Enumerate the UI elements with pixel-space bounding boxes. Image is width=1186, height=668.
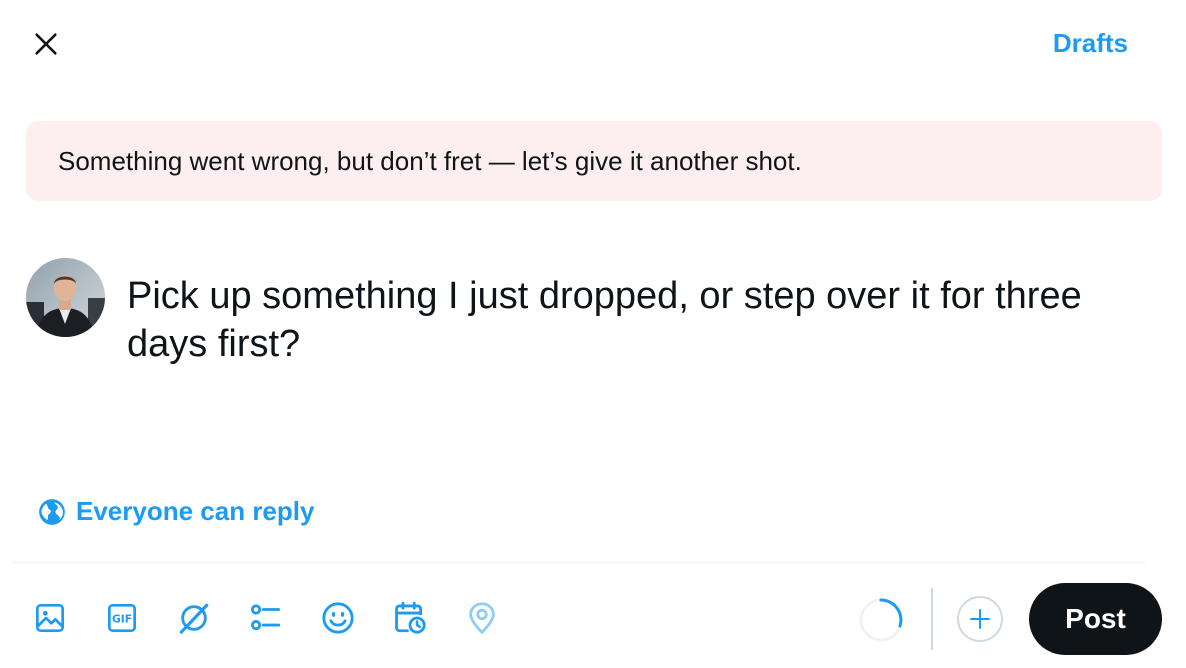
avatar-image bbox=[26, 258, 105, 337]
close-button[interactable] bbox=[26, 24, 66, 64]
emoji-icon bbox=[322, 602, 354, 634]
drafts-button[interactable]: Drafts bbox=[1053, 28, 1128, 59]
divider bbox=[12, 562, 1146, 563]
toolbar-separator bbox=[931, 588, 933, 650]
location-button[interactable] bbox=[462, 598, 502, 638]
globe-icon bbox=[39, 498, 65, 525]
gif-icon: GIF bbox=[108, 604, 136, 632]
composer-toolbar: GIF bbox=[30, 598, 534, 638]
emoji-button[interactable] bbox=[318, 598, 358, 638]
error-banner: Something went wrong, but don’t fret — l… bbox=[26, 121, 1162, 201]
compose-post-modal: Drafts Something went wrong, but don’t f… bbox=[0, 0, 1186, 668]
reply-setting-label: Everyone can reply bbox=[76, 496, 315, 526]
svg-text:GIF: GIF bbox=[112, 613, 132, 626]
gif-button[interactable]: GIF bbox=[102, 598, 142, 638]
location-icon bbox=[469, 602, 495, 635]
grok-icon bbox=[179, 603, 209, 634]
poll-button[interactable] bbox=[246, 598, 286, 638]
post-text-area[interactable]: Pick up something I just dropped, or ste… bbox=[127, 272, 1127, 368]
schedule-button[interactable] bbox=[390, 598, 430, 638]
add-post-button[interactable] bbox=[957, 596, 1003, 642]
grok-button[interactable] bbox=[174, 598, 214, 638]
poll-icon bbox=[250, 604, 281, 631]
plus-icon bbox=[970, 609, 990, 629]
error-message: Something went wrong, but don’t fret — l… bbox=[58, 145, 802, 176]
reply-setting-button[interactable]: Everyone can reply bbox=[38, 496, 314, 527]
avatar[interactable] bbox=[26, 258, 105, 337]
post-button[interactable]: Post bbox=[1029, 583, 1162, 655]
close-icon bbox=[35, 33, 57, 55]
schedule-icon bbox=[395, 601, 426, 634]
image-icon bbox=[36, 604, 64, 632]
character-count-progress bbox=[859, 598, 903, 642]
media-button[interactable] bbox=[30, 598, 70, 638]
